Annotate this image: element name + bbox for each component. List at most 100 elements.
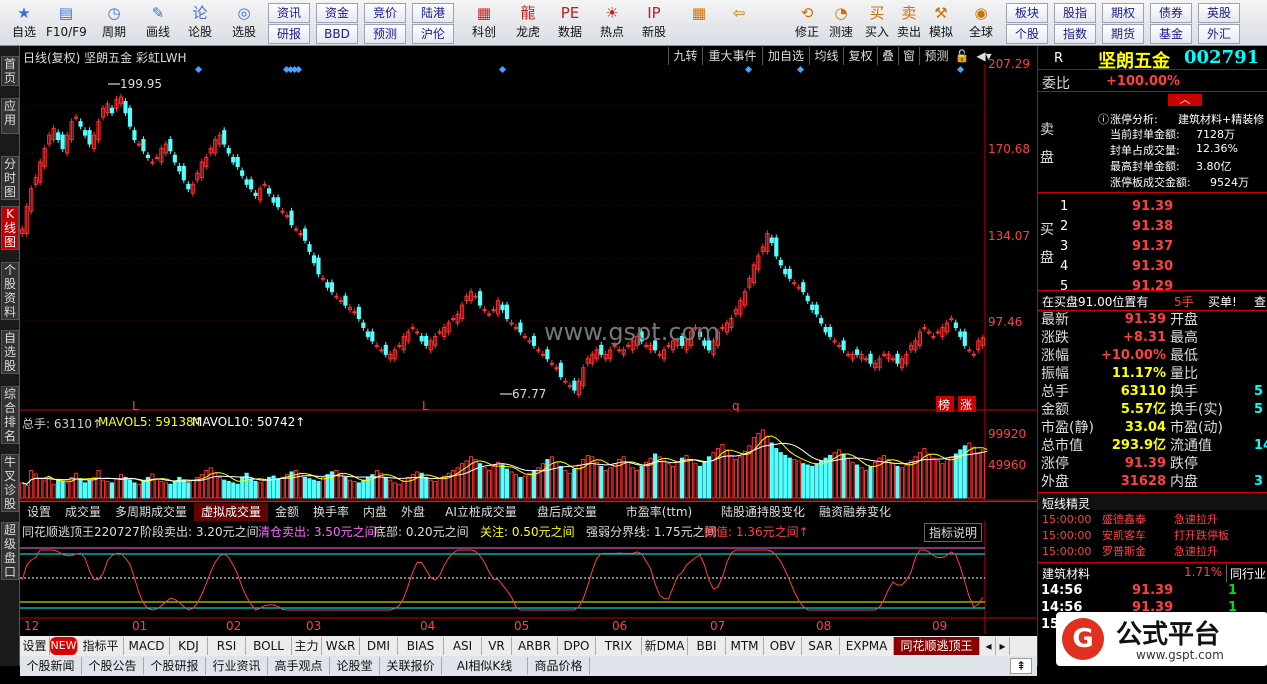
scroll-up-button[interactable]: ⇞ (1010, 658, 1032, 674)
toolbar-speed-button[interactable]: ◔ 测速 (824, 2, 858, 44)
left-tab[interactable]: 牛叉诊股 (1, 454, 19, 512)
indicator-tab[interactable]: RSI (208, 637, 246, 655)
indicator-tab[interactable]: ARBR (512, 637, 558, 655)
collapse-arrow-icon[interactable]: ︿ (1168, 94, 1202, 106)
info-tab[interactable]: 行业资讯 (206, 657, 268, 675)
toolbar-clock-button[interactable]: ◷ 周期 (94, 2, 134, 44)
info-tab[interactable]: 论股堂 (330, 657, 380, 675)
left-tab[interactable]: 综合排名 (1, 386, 19, 444)
indicator-tab[interactable]: MACD (124, 637, 170, 655)
toolbar-small-button[interactable]: 陆港 (412, 3, 454, 23)
volume-tab[interactable]: 多周期成交量 (108, 503, 194, 521)
chart-header-button[interactable]: 叠 (877, 47, 898, 65)
toolbar-f10-button[interactable]: ▤ F10/F9 (46, 2, 87, 44)
indicator-tab[interactable]: DMI (360, 637, 398, 655)
info-tab[interactable]: 商品价格 (528, 657, 590, 675)
sprite-row[interactable]: 15:00:00 罗普斯金 急速拉升 (1038, 544, 1267, 560)
toolbar-sell-button[interactable]: 卖卖出 (892, 2, 926, 44)
toolbar-hot-button[interactable]: ☀ 热点 (592, 2, 632, 44)
chart-header-button[interactable]: 九转 (668, 47, 702, 65)
toolbar-market-button[interactable]: 期货 (1102, 24, 1144, 44)
indicator-tab[interactable]: 新DMA (642, 637, 688, 655)
volume-tab[interactable]: 融资融券变化 (812, 503, 898, 521)
chart-header-button[interactable]: 重大事件 (702, 47, 762, 65)
volume-tab[interactable]: 虚拟成交量 (194, 503, 268, 521)
indicator-tab[interactable]: EXPMA (840, 637, 894, 655)
toolbar-market-button[interactable]: 债券 (1150, 3, 1192, 23)
volume-tab[interactable]: 金额 (268, 503, 306, 521)
info-tab[interactable]: 个股公告 (82, 657, 144, 675)
volume-tab[interactable]: 市盈率(ttm) (604, 503, 714, 521)
volume-tab[interactable]: 陆股通持股变化 (714, 503, 812, 521)
left-tab[interactable]: 个股资料 (1, 262, 19, 320)
toolbar-small-button[interactable]: 预测 (364, 24, 406, 44)
chart-header-button[interactable]: 均线 (809, 47, 843, 65)
toolbar-back-arrow-button[interactable]: ⇦ (722, 2, 756, 44)
indicator-tab[interactable]: W&R (322, 637, 360, 655)
info-tab[interactable]: 高手观点 (268, 657, 330, 675)
toolbar-data-button[interactable]: PE 数据 (550, 2, 590, 44)
volume-tab[interactable]: AI立桩成交量 (432, 503, 530, 521)
toolbar-star-button[interactable]: ★ 自选 (4, 2, 44, 44)
volume-tab[interactable]: 成交量 (58, 503, 108, 521)
toolbar-simulate-button[interactable]: ⚒ 模拟 (924, 2, 958, 44)
info-tab[interactable]: 个股新闻 (20, 657, 82, 675)
info-tab[interactable]: 关联报价 (380, 657, 442, 675)
toolbar-pen-button[interactable]: ✎ 画线 (138, 2, 178, 44)
indicator-tab[interactable]: 设置 (20, 637, 50, 655)
indicator-tab[interactable]: OBV (764, 637, 802, 655)
toolbar-buy-button[interactable]: 买买入 (860, 2, 894, 44)
toolbar-longhu-button[interactable]: 龍龙虎 (508, 2, 548, 44)
toolbar-chat-button[interactable]: 论论股 (180, 2, 220, 44)
left-tab[interactable]: 应用 (1, 98, 19, 134)
indicator-tab[interactable]: 同花顺逃顶王2... (894, 637, 980, 671)
toolbar-ipo-button[interactable]: IP 新股 (634, 2, 674, 44)
toolbar-market-button[interactable]: 股指 (1054, 3, 1096, 23)
toolbar-globe-button[interactable]: ◉ 全球 (964, 2, 998, 44)
sprite-row[interactable]: 15:00:00 盛德鑫泰 急速拉升 (1038, 512, 1267, 528)
indicator-tab[interactable]: SAR (802, 637, 840, 655)
volume-tab[interactable]: 换手率 (306, 503, 356, 521)
indicator-tab[interactable]: KDJ (170, 637, 208, 655)
tab-scroll-right-icon[interactable]: ▸ (996, 637, 1010, 655)
chart-header-button[interactable]: 加自选 (762, 47, 809, 65)
lock-icon[interactable]: 🔓 (953, 47, 971, 65)
toolbar-market-button[interactable]: 指数 (1054, 24, 1096, 44)
left-tab[interactable]: 超级盘口 (1, 522, 19, 580)
order-notice-more[interactable]: 查 (1254, 293, 1266, 310)
toolbar-small-button[interactable]: 资金 (316, 3, 358, 23)
toolbar-select-button[interactable]: ◎ 选股 (224, 2, 264, 44)
left-tab[interactable]: K线图 (1, 206, 19, 250)
indicator-tab[interactable]: BIAS (398, 637, 444, 655)
indicator-tab[interactable]: VR (482, 637, 512, 655)
tab-scroll-left-icon[interactable]: ◂ (982, 637, 996, 655)
volume-tab[interactable]: 外盘 (394, 503, 432, 521)
indicator-tab[interactable]: 主力 (292, 637, 322, 655)
industry-tab[interactable]: 同行业 (1226, 565, 1266, 582)
left-tab[interactable]: 分时图 (1, 156, 19, 200)
indicator-tab[interactable]: BBI (688, 637, 726, 655)
toolbar-kechuang-button[interactable]: ▦ 科创 (464, 2, 504, 44)
left-tab[interactable]: 自选股 (1, 330, 19, 374)
toolbar-correct-button[interactable]: ⟲ 修正 (790, 2, 824, 44)
chart-header-button[interactable]: 复权 (843, 47, 877, 65)
menu-arrow-icon[interactable]: ◀▾ (973, 47, 995, 65)
kline-chart-area[interactable]: 207.29 170.68 134.07 97.46 99920 49960 12 01 02 0… (20, 46, 1037, 634)
toolbar-small-button[interactable]: 研报 (268, 24, 310, 44)
chart-header-button[interactable]: 窗 (898, 47, 919, 65)
info-tab[interactable]: 个股研报 (144, 657, 206, 675)
toolbar-small-button[interactable]: 竞价 (364, 3, 406, 23)
new-badge[interactable]: NEW (50, 637, 78, 655)
indicator-tab[interactable]: DPO (558, 637, 596, 655)
volume-tab[interactable]: 设置 (20, 503, 58, 521)
chart-header-button[interactable]: 预测 (919, 47, 953, 65)
volume-tab[interactable]: 盘后成交量 (530, 503, 604, 521)
volume-tab[interactable]: 内盘 (356, 503, 394, 521)
toolbar-market-button[interactable]: 英股 (1198, 3, 1240, 23)
toolbar-grid-button[interactable]: ▦ (682, 2, 716, 44)
toolbar-market-button[interactable]: 期权 (1102, 3, 1144, 23)
left-tab[interactable]: 首页 (1, 56, 19, 86)
indicator-tab[interactable]: MTM (726, 637, 764, 655)
toolbar-market-button[interactable]: 板块 (1006, 3, 1048, 23)
toolbar-small-button[interactable]: BBD (316, 24, 358, 44)
